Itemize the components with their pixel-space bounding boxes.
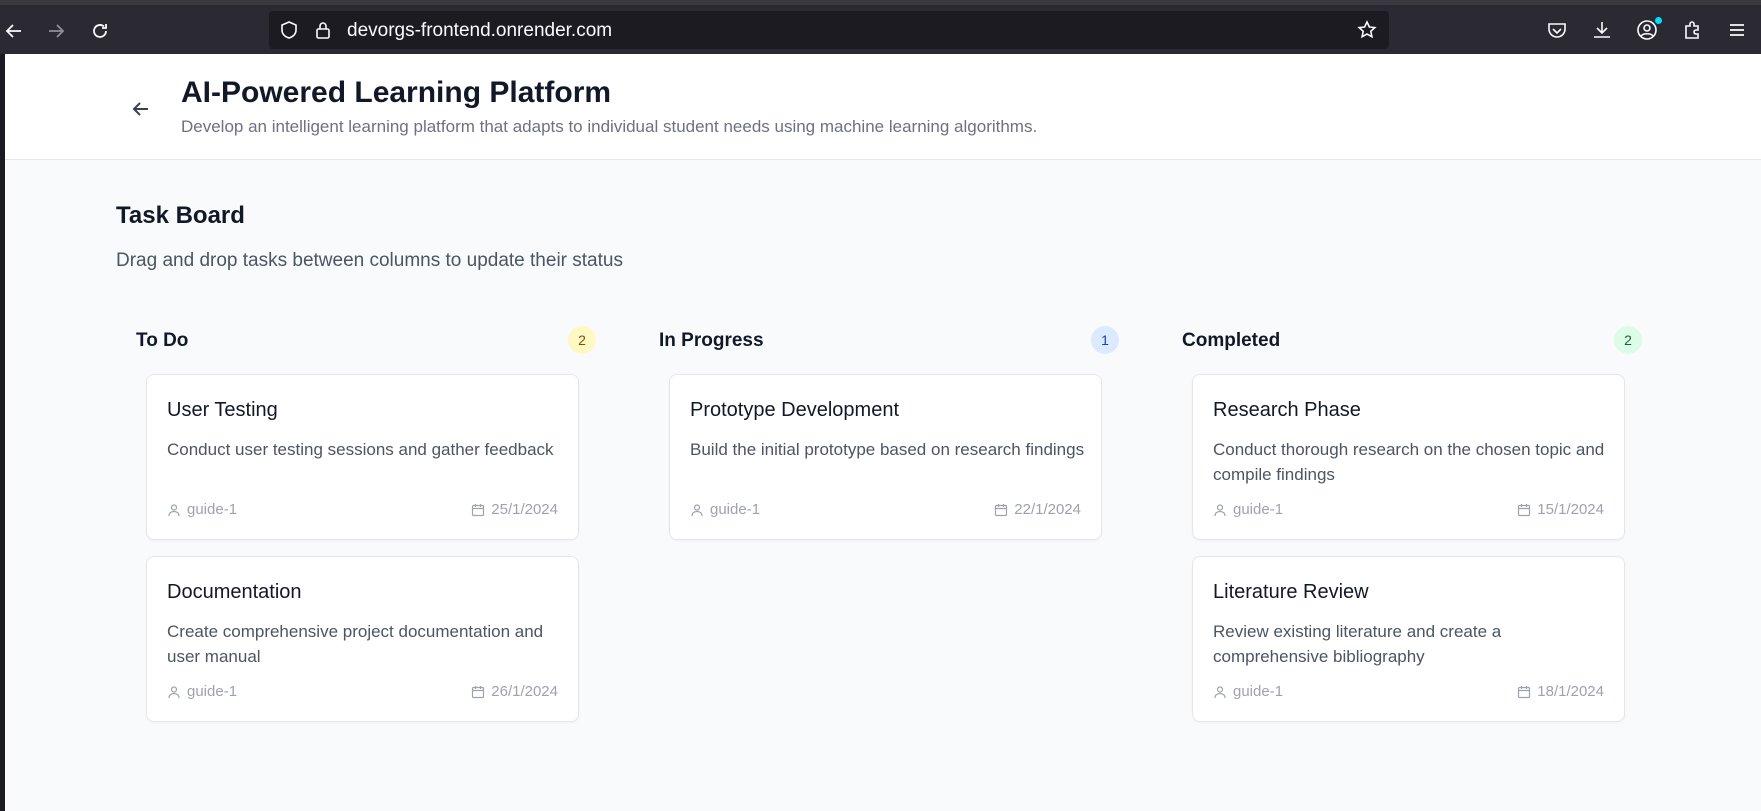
arrow-left-icon	[132, 102, 148, 116]
project-header: AI-Powered Learning Platform Develop an …	[5, 54, 1761, 160]
task-card[interactable]: Documentation Create comprehensive proje…	[146, 556, 579, 722]
task-due-date: 22/1/2024	[994, 501, 1081, 518]
user-icon	[167, 685, 181, 699]
task-assignee: guide-1	[167, 683, 237, 700]
task-assignee: guide-1	[167, 501, 237, 518]
task-title: Literature Review	[1213, 581, 1369, 603]
page-title: AI-Powered Learning Platform	[181, 76, 612, 109]
download-icon[interactable]	[1591, 19, 1615, 43]
column-header: In Progress 1	[659, 322, 1119, 362]
task-due-date: 18/1/2024	[1517, 683, 1604, 700]
notification-dot	[1655, 17, 1662, 24]
page: AI-Powered Learning Platform Develop an …	[5, 54, 1761, 811]
task-card[interactable]: User Testing Conduct user testing sessio…	[146, 374, 579, 540]
board-title: Task Board	[116, 202, 245, 229]
back-button[interactable]	[126, 94, 156, 124]
task-assignee: guide-1	[1213, 683, 1283, 700]
page-subtitle: Develop an intelligent learning platform…	[181, 117, 1038, 136]
column-count-badge: 2	[1614, 326, 1642, 354]
task-title: Prototype Development	[690, 399, 900, 421]
task-description: Conduct user testing sessions and gather…	[167, 440, 554, 459]
calendar-icon	[471, 503, 485, 517]
column-header: Completed 2	[1182, 322, 1642, 362]
column-todo[interactable]: To Do 2 User Testing Conduct user testin…	[136, 322, 596, 722]
account-icon[interactable]	[1636, 17, 1662, 43]
task-title: User Testing	[167, 399, 278, 421]
calendar-icon	[1517, 685, 1531, 699]
calendar-icon	[1517, 503, 1531, 517]
column-count-badge: 2	[568, 326, 596, 354]
pocket-icon[interactable]	[1546, 19, 1570, 43]
shield-icon[interactable]	[279, 20, 299, 40]
user-icon	[167, 503, 181, 517]
calendar-icon	[994, 503, 1008, 517]
forward-nav-icon[interactable]	[42, 17, 70, 45]
url-bar[interactable]: devorgs-frontend.onrender.com	[269, 11, 1389, 49]
column-title: Completed	[1182, 330, 1281, 351]
task-description: Build the initial prototype based on res…	[690, 440, 1085, 459]
board-subtitle: Drag and drop tasks between columns to u…	[116, 250, 623, 271]
user-icon	[690, 503, 704, 517]
task-card[interactable]: Research Phase Conduct thorough research…	[1192, 374, 1625, 540]
task-assignee: guide-1	[690, 501, 760, 518]
task-due-date: 15/1/2024	[1517, 501, 1604, 518]
task-meta: guide-1 22/1/2024	[690, 501, 1081, 521]
column-completed[interactable]: Completed 2 Research Phase Conduct thoro…	[1182, 322, 1642, 722]
user-icon	[1213, 685, 1227, 699]
task-card[interactable]: Prototype Development Build the initial …	[669, 374, 1102, 540]
task-due-date: 26/1/2024	[471, 683, 558, 700]
task-title: Documentation	[167, 581, 302, 603]
task-meta: guide-1 15/1/2024	[1213, 501, 1604, 521]
column-in-progress[interactable]: In Progress 1 Prototype Development Buil…	[659, 322, 1119, 540]
reload-icon[interactable]	[86, 17, 114, 45]
url-text[interactable]: devorgs-frontend.onrender.com	[347, 20, 612, 42]
back-nav-icon[interactable]	[0, 17, 28, 45]
extensions-icon[interactable]	[1681, 19, 1705, 43]
task-meta: guide-1 18/1/2024	[1213, 683, 1604, 703]
column-title: In Progress	[659, 330, 764, 351]
browser-toolbar: devorgs-frontend.onrender.com	[0, 0, 1761, 54]
column-header: To Do 2	[136, 322, 596, 362]
task-card[interactable]: Literature Review Review existing litera…	[1192, 556, 1625, 722]
bookmark-star-icon[interactable]	[1357, 20, 1377, 40]
calendar-icon	[471, 685, 485, 699]
task-title: Research Phase	[1213, 399, 1361, 421]
task-description: Create comprehensive project documentati…	[167, 622, 544, 666]
menu-icon[interactable]	[1726, 19, 1750, 43]
task-meta: guide-1 26/1/2024	[167, 683, 558, 703]
task-description: Review existing literature and create a …	[1213, 622, 1502, 666]
task-due-date: 25/1/2024	[471, 501, 558, 518]
task-description: Conduct thorough research on the chosen …	[1213, 440, 1605, 484]
column-count-badge: 1	[1091, 326, 1119, 354]
lock-icon[interactable]	[313, 20, 333, 40]
user-icon	[1213, 503, 1227, 517]
column-title: To Do	[136, 330, 189, 351]
task-assignee: guide-1	[1213, 501, 1283, 518]
task-meta: guide-1 25/1/2024	[167, 501, 558, 521]
